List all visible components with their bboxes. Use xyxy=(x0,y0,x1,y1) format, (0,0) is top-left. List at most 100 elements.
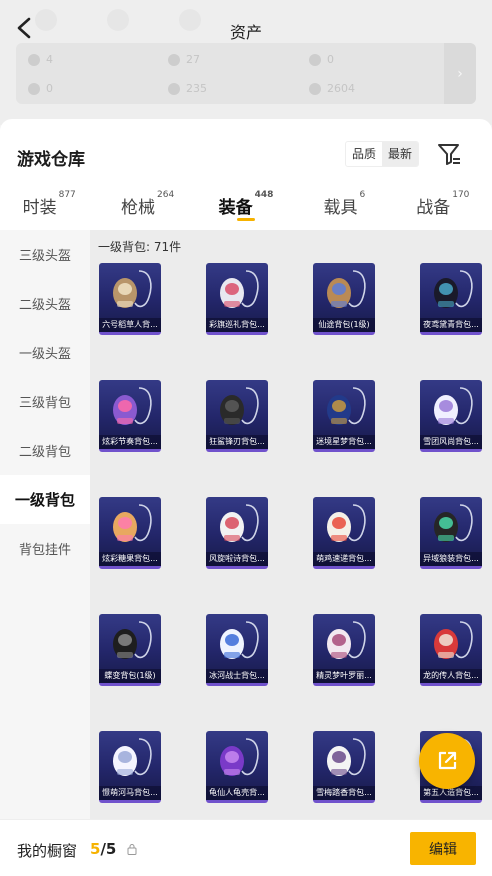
asset-summary[interactable]: 4 27 0 0 235 2604 › xyxy=(16,43,476,104)
item-card[interactable]: 异域狼装背包... xyxy=(420,497,482,569)
backpack-icon xyxy=(434,387,473,425)
tab-count: 264 xyxy=(157,190,175,200)
sidebar-item-backpack-3[interactable]: 三级背包 xyxy=(0,377,90,426)
backpack-icon xyxy=(327,738,366,776)
asset-header: 资产 4 27 0 0 235 2604 › xyxy=(0,0,492,125)
sidebar-item-backpack-1[interactable]: 一级背包 xyxy=(0,475,90,524)
gem-icon xyxy=(28,53,40,66)
token-icon xyxy=(309,53,321,66)
backpack-icon xyxy=(434,621,473,659)
backpack-icon xyxy=(113,504,152,542)
tab-count: 6 xyxy=(359,190,366,200)
lock-icon xyxy=(127,844,137,855)
asset-value: 2604 xyxy=(327,82,355,95)
chevron-right-icon[interactable]: › xyxy=(444,43,476,104)
backpack-icon xyxy=(220,270,259,308)
item-card[interactable]: 仙途背包(1级) xyxy=(313,263,375,335)
item-card[interactable]: 风旋啦诗背包... xyxy=(206,497,268,569)
item-name: 雪梅踏香背包... xyxy=(313,786,375,800)
tab-label: 装备 xyxy=(218,198,253,218)
tab-gear[interactable]: 战备 170 xyxy=(394,179,492,229)
tab-guns[interactable]: 枪械 264 xyxy=(98,179,196,229)
tab-vehicles[interactable]: 载具 6 xyxy=(295,179,393,229)
item-card[interactable]: 彩旗巡礼背包... xyxy=(206,263,268,335)
backpack-icon xyxy=(113,270,152,308)
showcase-count: 5/5 xyxy=(90,840,116,858)
item-name: 彩旗巡礼背包... xyxy=(206,318,268,332)
tab-equipment[interactable]: 装备 448 xyxy=(197,179,295,229)
asset-item: 0 xyxy=(309,53,334,66)
item-name: 冰河战士背包... xyxy=(206,669,268,683)
item-card[interactable]: 炫彩糖果背包... xyxy=(99,497,161,569)
item-name: 憬萌河马背包... xyxy=(99,786,161,800)
sort-newest[interactable]: 最新 xyxy=(382,142,419,166)
sidebar-item-helmet-2[interactable]: 二级头盔 xyxy=(0,279,90,328)
item-name: 龟仙人龟壳背... xyxy=(206,786,268,800)
item-card[interactable]: 龙的传人背包... xyxy=(420,614,482,686)
item-name: 龙的传人背包... xyxy=(420,669,482,683)
backpack-icon xyxy=(220,387,259,425)
item-name: 炫彩节奏背包... xyxy=(99,435,161,449)
share-icon xyxy=(438,751,457,770)
item-name: 风旋啦诗背包... xyxy=(206,552,268,566)
item-card[interactable]: 迷境星梦背包... xyxy=(313,380,375,452)
sort-quality[interactable]: 品质 xyxy=(346,142,382,166)
backpack-icon xyxy=(327,621,366,659)
backpack-icon xyxy=(113,621,152,659)
item-card[interactable]: 雪团风尚背包... xyxy=(420,380,482,452)
item-card[interactable]: 龟仙人龟壳背... xyxy=(206,731,268,803)
subcategory-sidebar: 三级头盔 二级头盔 一级头盔 三级背包 二级背包 一级背包 背包挂件 xyxy=(0,230,90,820)
sidebar-item-backpack-charm[interactable]: 背包挂件 xyxy=(0,524,90,573)
item-card[interactable]: 炫彩节奏背包... xyxy=(99,380,161,452)
filter-button[interactable] xyxy=(436,141,462,167)
tab-count: 170 xyxy=(452,190,470,200)
backpack-icon xyxy=(220,504,259,542)
ticket-icon xyxy=(168,82,180,95)
item-card[interactable]: 夜鸢黛青背包... xyxy=(420,263,482,335)
tab-count: 448 xyxy=(254,190,274,200)
sort-toggle[interactable]: 品质 最新 xyxy=(345,141,420,167)
backpack-icon xyxy=(113,738,152,776)
item-card[interactable]: 蝶变背包(1级) xyxy=(99,614,161,686)
filter-icon xyxy=(438,144,460,165)
backpack-icon xyxy=(220,738,259,776)
item-card[interactable]: 精灵梦叶罗丽... xyxy=(313,614,375,686)
sidebar-item-backpack-2[interactable]: 二级背包 xyxy=(0,426,90,475)
share-button[interactable] xyxy=(419,733,475,789)
asset-value: 27 xyxy=(186,53,200,66)
item-card[interactable]: 狂鲨锋刃背包... xyxy=(206,380,268,452)
asset-value: 0 xyxy=(327,53,334,66)
backpack-icon xyxy=(113,387,152,425)
item-card[interactable]: 憬萌河马背包... xyxy=(99,731,161,803)
showcase-label: 我的橱窗 xyxy=(17,842,78,860)
sidebar-item-helmet-3[interactable]: 三级头盔 xyxy=(0,230,90,279)
coin-icon xyxy=(168,53,180,66)
sidebar-item-helmet-1[interactable]: 一级头盔 xyxy=(0,328,90,377)
item-card[interactable]: 六号稻草人背... xyxy=(99,263,161,335)
tab-count: 877 xyxy=(58,190,76,200)
item-name: 蝶变背包(1级) xyxy=(99,669,161,683)
crystal-icon xyxy=(28,82,40,95)
item-card[interactable]: 冰河战士背包... xyxy=(206,614,268,686)
asset-item: 235 xyxy=(168,82,207,95)
edit-button[interactable]: 编辑 xyxy=(410,832,476,865)
asset-item: 27 xyxy=(168,53,200,66)
tab-fashion[interactable]: 时装 877 xyxy=(0,179,98,229)
backpack-icon xyxy=(327,504,366,542)
item-card[interactable]: 雪梅踏香背包... xyxy=(313,731,375,803)
tab-label: 枪械 xyxy=(121,198,156,218)
item-name: 精灵梦叶罗丽... xyxy=(313,669,375,683)
asset-value: 0 xyxy=(46,82,53,95)
backpack-icon xyxy=(327,387,366,425)
item-name: 夜鸢黛青背包... xyxy=(420,318,482,332)
item-name: 迷境星梦背包... xyxy=(313,435,375,449)
warehouse-panel: 游戏仓库 品质 最新 时装 877 枪械 264 装备 448 载具 6 战备 170 三… xyxy=(0,119,492,820)
section-label: 一级背包: 71件 xyxy=(98,240,182,254)
backpack-icon xyxy=(220,621,259,659)
tab-label: 战备 xyxy=(416,198,451,218)
item-name: 六号稻草人背... xyxy=(99,318,161,332)
item-card[interactable]: 萌鸡速递背包... xyxy=(313,497,375,569)
panel-title: 游戏仓库 xyxy=(17,150,85,170)
asset-value: 235 xyxy=(186,82,207,95)
page-title: 资产 xyxy=(229,23,262,42)
